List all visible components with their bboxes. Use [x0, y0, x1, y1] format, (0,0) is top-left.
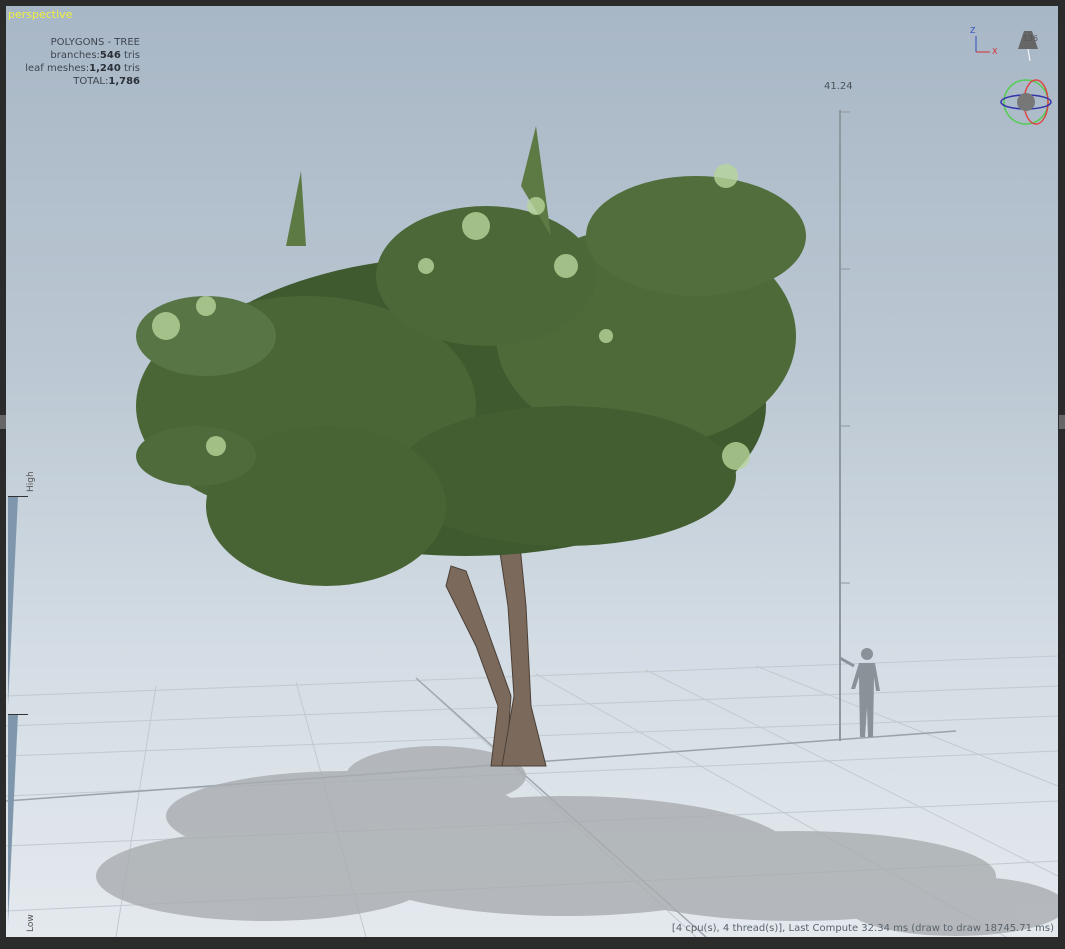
stats-total: TOTAL:1,786: [73, 76, 140, 87]
left-panel-splitter[interactable]: [0, 415, 6, 429]
3d-viewport[interactable]: perspective POLYGONS - TREE branches:546…: [6, 6, 1058, 937]
lod-high-label: High: [26, 471, 36, 492]
camera-label[interactable]: perspective: [8, 8, 72, 21]
height-ruler: [839, 110, 850, 741]
stats-title: POLYGONS - TREE: [50, 37, 140, 48]
height-ruler-value: 41.24: [824, 81, 853, 92]
light-value: 136: [1022, 34, 1038, 43]
lod-high-wedge: [8, 496, 18, 706]
axis-gizmo: [975, 36, 990, 53]
lod-low-wedge: [8, 714, 18, 924]
orbit-gizmo-icon: [1000, 79, 1052, 125]
axis-z-label: Z: [970, 26, 976, 35]
right-panel-splitter[interactable]: [1059, 415, 1065, 429]
scene: [6, 31, 1058, 937]
polygon-stats: POLYGONS - TREE branches:546 tris leaf m…: [6, 36, 140, 88]
stats-leaf-meshes: leaf meshes:1,240 tris: [25, 63, 140, 74]
lod-low-handle[interactable]: [8, 714, 28, 715]
tree-canopy: [136, 126, 806, 586]
stats-branches: branches:546 tris: [50, 50, 140, 61]
status-bar-text: [4 cpu(s), 4 thread(s)], Last Compute 32…: [671, 923, 1054, 934]
axis-x-label: X: [992, 47, 998, 56]
lod-slider[interactable]: [8, 496, 28, 926]
tree-shadow: [96, 746, 1058, 936]
lod-low-label: Low: [26, 914, 36, 932]
lod-high-handle[interactable]: [8, 496, 28, 497]
